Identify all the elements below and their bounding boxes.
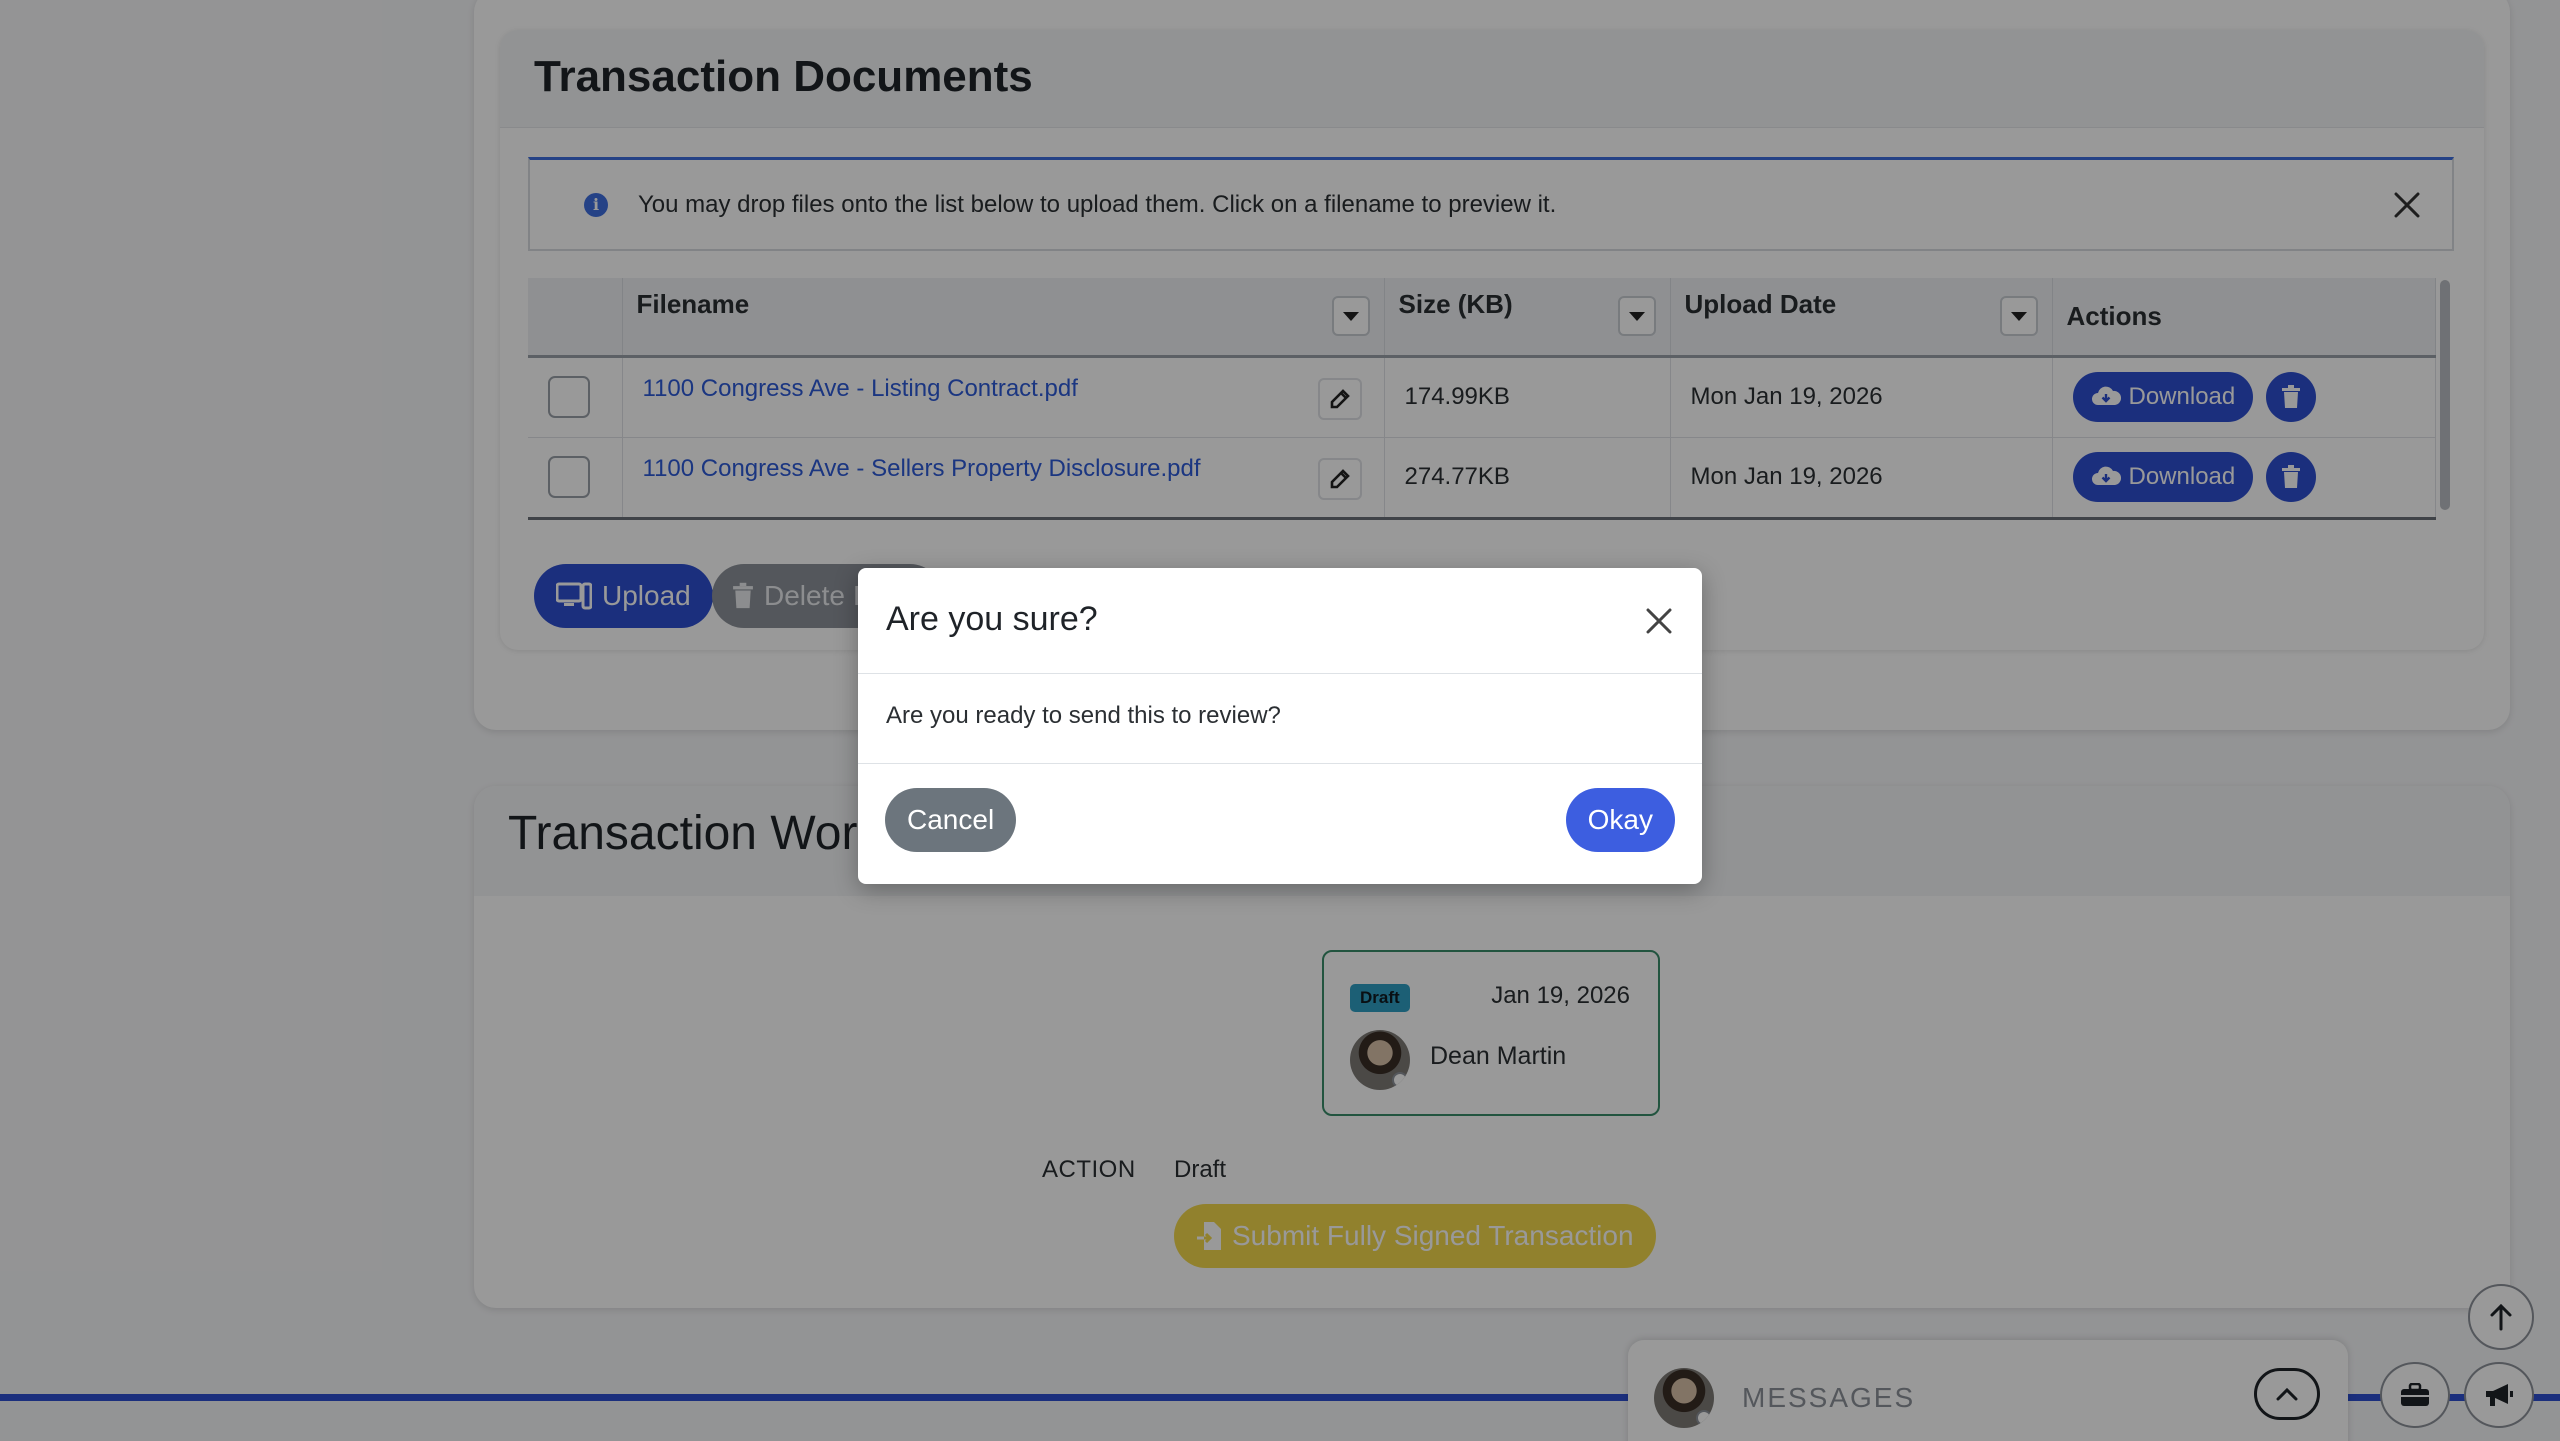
dialog-footer: Cancel Okay	[858, 764, 1702, 884]
dialog-body: Are you ready to send this to review?	[858, 674, 1702, 764]
okay-button[interactable]: Okay	[1565, 788, 1675, 852]
close-icon[interactable]	[1640, 602, 1678, 640]
dialog-title: Are you sure?	[886, 600, 1098, 638]
dialog-header: Are you sure?	[858, 568, 1702, 674]
confirm-dialog: Are you sure? Are you ready to send this…	[858, 568, 1702, 884]
cancel-button[interactable]: Cancel	[885, 788, 1017, 852]
